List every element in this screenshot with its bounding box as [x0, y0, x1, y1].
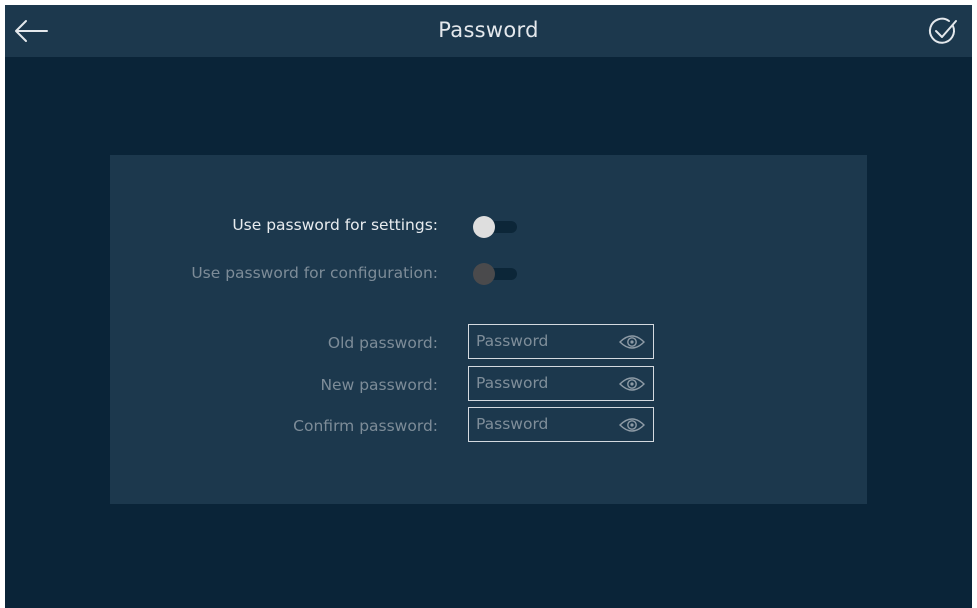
password-screen: Password Use password for settings: Use … — [5, 5, 972, 608]
old-password-label: Old password: — [327, 334, 438, 352]
page-title: Password — [438, 18, 539, 42]
new-password-label: New password: — [320, 376, 438, 394]
toggle-knob — [473, 216, 495, 238]
old-password-input[interactable] — [469, 325, 626, 357]
eye-icon[interactable] — [619, 333, 645, 351]
confirm-password-field — [468, 407, 654, 442]
use-password-configuration-toggle[interactable] — [473, 263, 519, 285]
old-password-field — [468, 324, 654, 359]
eye-icon[interactable] — [619, 375, 645, 393]
eye-icon[interactable] — [619, 416, 645, 434]
use-password-configuration-label: Use password for configuration: — [191, 264, 438, 282]
confirm-password-label: Confirm password: — [293, 417, 438, 435]
settings-panel: Use password for settings: Use password … — [110, 155, 867, 504]
new-password-input[interactable] — [469, 367, 626, 399]
confirm-password-input[interactable] — [469, 408, 626, 440]
top-bar: Password — [5, 5, 972, 57]
check-circle-icon — [928, 17, 957, 44]
new-password-field — [468, 366, 654, 401]
toggle-knob — [473, 263, 495, 285]
use-password-settings-toggle[interactable] — [473, 216, 519, 238]
confirm-button[interactable] — [927, 15, 959, 47]
use-password-settings-label: Use password for settings: — [232, 216, 438, 234]
